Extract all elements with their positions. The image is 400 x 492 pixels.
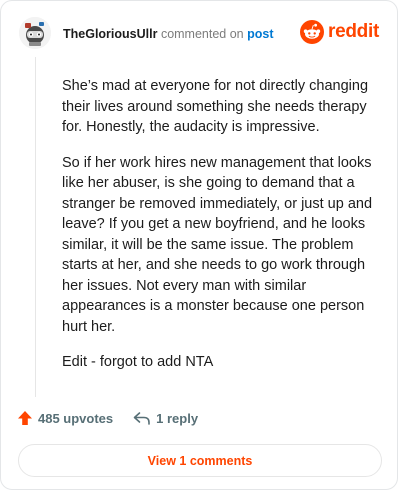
commented-on-text: commented on <box>160 27 244 41</box>
post-link[interactable]: post <box>247 27 273 41</box>
username-link[interactable]: TheGloriousUllr <box>63 27 157 41</box>
upvote-button[interactable]: 485 upvotes <box>17 410 113 426</box>
view-comments-button[interactable]: View 1 comments <box>18 444 382 477</box>
reply-icon <box>133 412 150 425</box>
comment-paragraph: Edit - forgot to add NTA <box>62 354 214 370</box>
comment-card: TheGloriousUllr commented on post reddit… <box>0 0 398 490</box>
reddit-snoo-icon <box>300 20 325 44</box>
reply-count: 1 reply <box>156 410 199 426</box>
upvote-arrow-icon <box>18 411 32 425</box>
comment-body: She’s mad at everyone for not directly c… <box>62 76 384 388</box>
comment-paragraph: So if her work hires new management that… <box>62 154 373 335</box>
reddit-logo[interactable]: reddit <box>300 20 379 44</box>
reddit-wordmark: reddit <box>328 21 379 42</box>
reply-button[interactable]: 1 reply <box>133 410 198 426</box>
comment-actions: 485 upvotes 1 reply <box>17 410 198 426</box>
upvote-count: 485 upvotes <box>38 410 114 426</box>
comment-paragraph: She’s mad at everyone for not directly c… <box>62 78 369 135</box>
thread-line[interactable] <box>35 57 36 397</box>
avatar-image <box>19 17 51 49</box>
comment-header: TheGloriousUllr commented on post <box>63 27 274 41</box>
avatar[interactable] <box>19 17 51 49</box>
